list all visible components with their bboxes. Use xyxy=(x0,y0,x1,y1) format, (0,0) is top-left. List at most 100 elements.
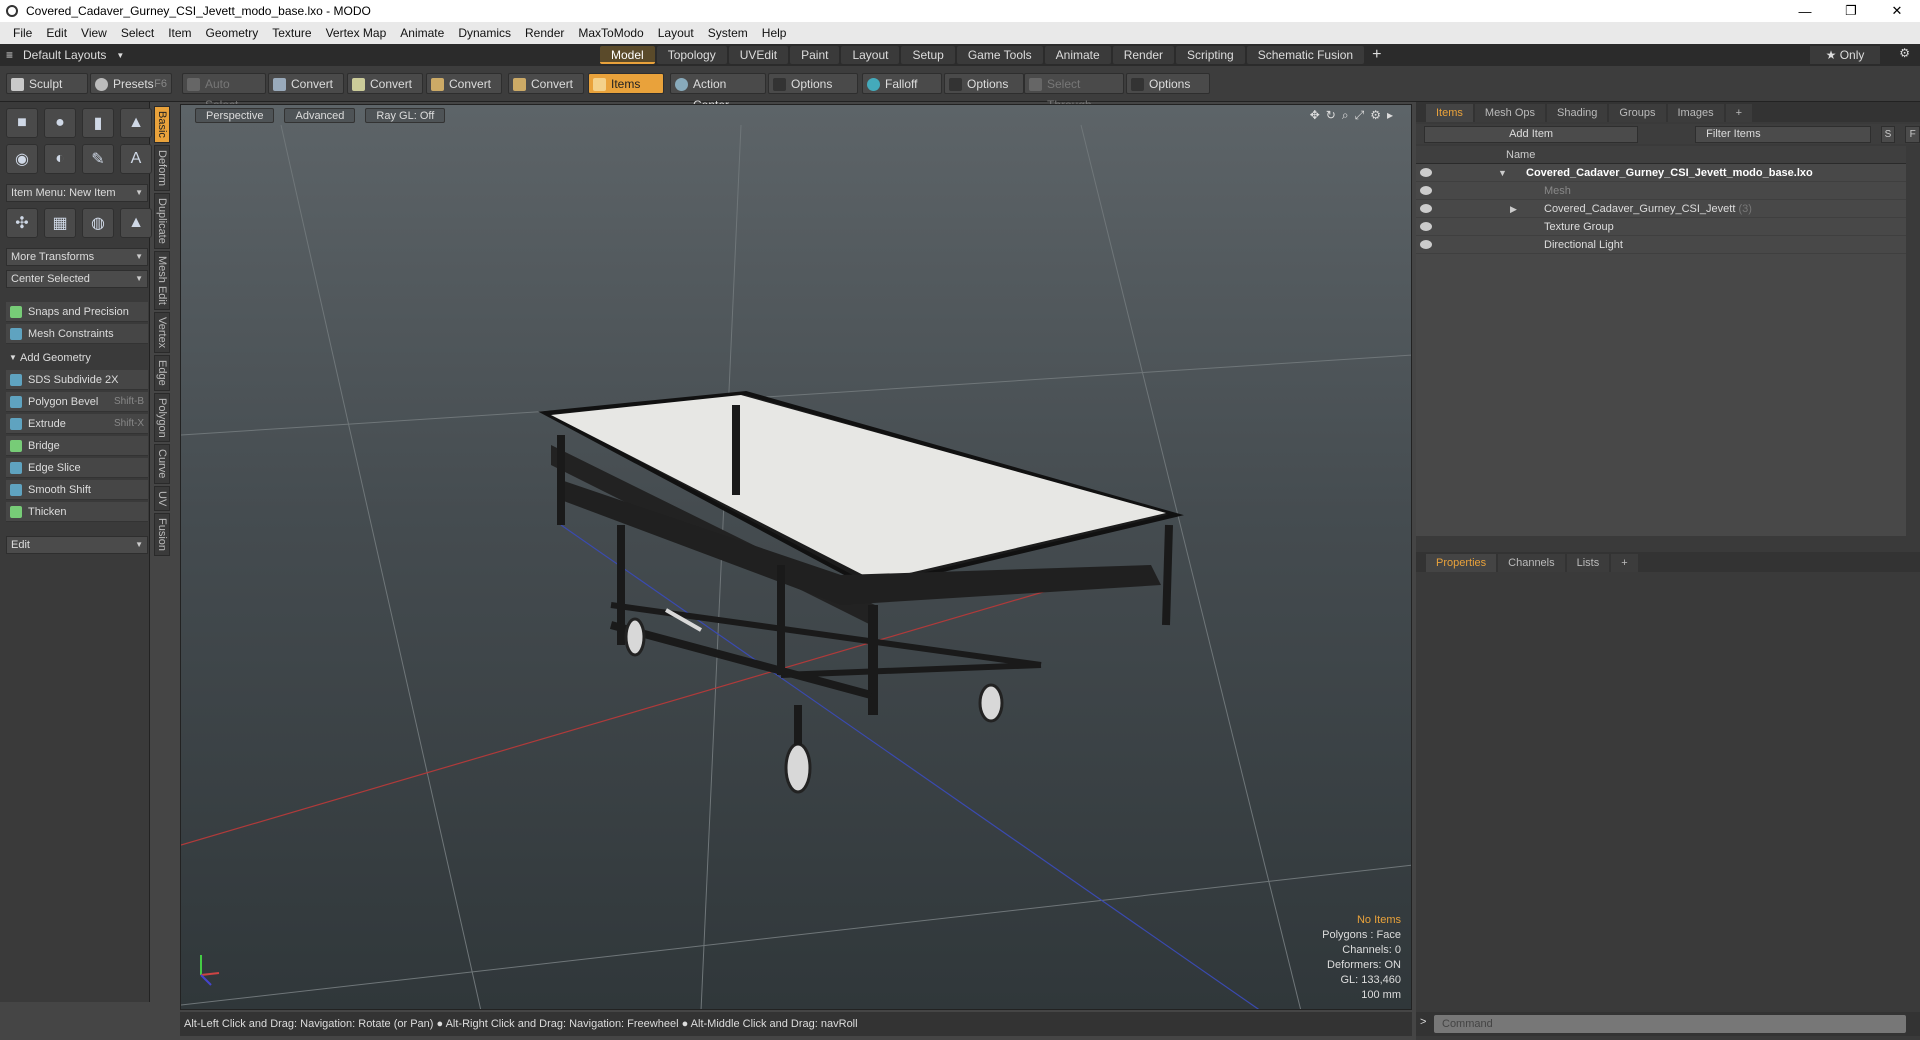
tab-scripting[interactable]: Scripting xyxy=(1176,46,1245,64)
cylinder-icon[interactable]: ▮ xyxy=(82,108,114,138)
menu-animate[interactable]: Animate xyxy=(393,26,451,40)
sphere-icon[interactable]: ● xyxy=(44,108,76,138)
smooth-shift-button[interactable]: Smooth Shift xyxy=(6,480,148,500)
tab-paint[interactable]: Paint xyxy=(790,46,840,64)
sculpt-button[interactable]: Sculpt xyxy=(6,73,88,94)
restore-button[interactable]: ❐ xyxy=(1828,3,1874,19)
eye-icon[interactable] xyxy=(1420,222,1432,231)
falloff-button[interactable]: Falloff xyxy=(862,73,942,94)
tab-layout[interactable]: Layout xyxy=(841,46,900,64)
zoom-icon[interactable]: ⌕ xyxy=(1342,108,1349,123)
center-selected-dropdown[interactable]: Center Selected xyxy=(6,270,148,288)
sidetab-polygon[interactable]: Polygon xyxy=(154,392,170,443)
auto-select-button[interactable]: Auto Select xyxy=(182,73,266,112)
shading-mode-button[interactable]: Advanced xyxy=(284,107,356,123)
add-geometry-section[interactable]: Add Geometry xyxy=(6,348,148,368)
extrude-button[interactable]: Extrude Shift-X xyxy=(6,414,148,434)
gear-icon[interactable]: ⚙ xyxy=(1899,46,1910,60)
sidetab-vertex[interactable]: Vertex xyxy=(154,311,170,353)
pan-icon[interactable]: ✥ xyxy=(1310,108,1320,123)
menu-layout[interactable]: Layout xyxy=(651,26,701,40)
filter-items-input[interactable]: Filter Items xyxy=(1695,125,1871,143)
add-props-tab-button[interactable]: + xyxy=(1611,554,1638,572)
sidetab-fusion[interactable]: Fusion xyxy=(154,513,170,557)
tree-row-mesh[interactable]: Mesh xyxy=(1416,182,1906,200)
menu-edit[interactable]: Edit xyxy=(39,26,74,40)
viewport-gear-icon[interactable]: ⚙ xyxy=(1370,108,1381,123)
tab-schematic-fusion[interactable]: Schematic Fusion xyxy=(1246,46,1365,64)
sidetab-duplicate[interactable]: Duplicate xyxy=(154,192,170,249)
capsule-icon[interactable]: ◐ xyxy=(44,144,76,174)
select-through-options-button[interactable]: Options xyxy=(1126,73,1210,94)
item-menu-dropdown[interactable]: Item Menu: New Item xyxy=(6,184,148,202)
tree-row-texture-group[interactable]: Texture Group xyxy=(1416,218,1906,236)
menu-system[interactable]: System xyxy=(701,26,755,40)
falloff-options-button[interactable]: Options xyxy=(944,73,1024,94)
tree-row-scene[interactable]: ▼ Covered_Cadaver_Gurney_CSI_Jevett_modo… xyxy=(1416,164,1906,182)
pen-icon[interactable]: ✎ xyxy=(82,144,114,174)
cone-icon[interactable]: ▲ xyxy=(120,108,152,138)
add-tab-button[interactable]: + xyxy=(1725,104,1753,122)
tab-items[interactable]: Items xyxy=(1426,104,1473,122)
menu-geometry[interactable]: Geometry xyxy=(199,26,266,40)
tab-animate[interactable]: Animate xyxy=(1044,46,1111,64)
cube-icon[interactable]: ■ xyxy=(6,108,38,138)
sidetab-uv[interactable]: UV xyxy=(154,485,170,512)
convert-items-button[interactable]: Convert xyxy=(508,73,584,94)
grid-icon[interactable]: ▦ xyxy=(44,208,76,238)
eye-icon[interactable] xyxy=(1420,168,1432,177)
eye-icon[interactable] xyxy=(1420,204,1432,213)
globe-icon[interactable]: ◍ xyxy=(82,208,114,238)
menu-dynamics[interactable]: Dynamics xyxy=(451,26,518,40)
tree-row-light[interactable]: Directional Light xyxy=(1416,236,1906,254)
tab-setup[interactable]: Setup xyxy=(901,46,955,64)
action-center-options-button[interactable]: Options xyxy=(768,73,858,94)
expand-arrow-icon[interactable]: ▼ xyxy=(1498,164,1507,182)
action-center-button[interactable]: Action Center xyxy=(670,73,766,112)
tree-row-group[interactable]: ▶ Covered_Cadaver_Gurney_CSI_Jevett (3) xyxy=(1416,200,1906,218)
raygl-toggle[interactable]: Ray GL: Off xyxy=(365,107,446,123)
fit-icon[interactable]: ⤢ xyxy=(1355,108,1365,123)
tab-render[interactable]: Render xyxy=(1112,46,1175,64)
eye-icon[interactable] xyxy=(1420,186,1432,195)
items-mode-button[interactable]: Items xyxy=(588,73,664,94)
menu-help[interactable]: Help xyxy=(755,26,794,40)
minimize-button[interactable]: — xyxy=(1782,4,1828,19)
menu-maxtomodo[interactable]: MaxToModo xyxy=(571,26,650,40)
tab-mesh-ops[interactable]: Mesh Ops xyxy=(1474,104,1546,122)
convert-polygons-button[interactable]: Convert xyxy=(426,73,502,94)
menu-view[interactable]: View xyxy=(74,26,114,40)
sds-subdivide-button[interactable]: SDS Subdivide 2X xyxy=(6,370,148,390)
menu-render[interactable]: Render xyxy=(518,26,571,40)
text-icon[interactable]: A xyxy=(120,144,152,174)
select-through-button[interactable]: Select Through xyxy=(1024,73,1124,112)
menu-texture[interactable]: Texture xyxy=(265,26,318,40)
tab-lists[interactable]: Lists xyxy=(1566,554,1610,572)
close-button[interactable]: ✕ xyxy=(1874,3,1920,19)
name-column-header[interactable]: Name xyxy=(1506,146,1535,164)
tab-groups[interactable]: Groups xyxy=(1609,104,1666,122)
default-layouts-dropdown[interactable]: ≡ Default Layouts ▼ xyxy=(0,48,600,62)
sidetab-mesh-edit[interactable]: Mesh Edit xyxy=(154,250,170,310)
convert-edges-button[interactable]: Convert xyxy=(347,73,423,94)
viewport-expand-icon[interactable]: ▸ xyxy=(1387,108,1393,123)
tab-channels[interactable]: Channels xyxy=(1498,554,1565,572)
pyramid-icon[interactable]: ▲ xyxy=(120,208,152,238)
bridge-button[interactable]: Bridge xyxy=(6,436,148,456)
tab-uvedit[interactable]: UVEdit xyxy=(728,46,789,64)
presets-button[interactable]: Presets F6 xyxy=(90,73,172,94)
sidetab-deform[interactable]: Deform xyxy=(154,144,170,191)
view-type-button[interactable]: Perspective xyxy=(195,107,275,123)
rotate-icon[interactable]: ↻ xyxy=(1326,108,1336,123)
mesh-constraints-button[interactable]: Mesh Constraints xyxy=(6,324,148,344)
add-layout-tab-button[interactable]: + xyxy=(1364,46,1389,64)
menu-file[interactable]: File xyxy=(6,26,39,40)
3d-viewport[interactable]: Perspective Advanced Ray GL: Off ✥ ↻ ⌕ ⤢… xyxy=(180,104,1412,1010)
tab-game-tools[interactable]: Game Tools xyxy=(956,46,1043,64)
only-toggle[interactable]: ★ Only xyxy=(1810,46,1880,64)
menu-item[interactable]: Item xyxy=(161,26,198,40)
sidetab-curve[interactable]: Curve xyxy=(154,444,170,484)
menu-select[interactable]: Select xyxy=(114,26,161,40)
eye-icon[interactable] xyxy=(1420,240,1432,249)
thicken-button[interactable]: Thicken xyxy=(6,502,148,522)
